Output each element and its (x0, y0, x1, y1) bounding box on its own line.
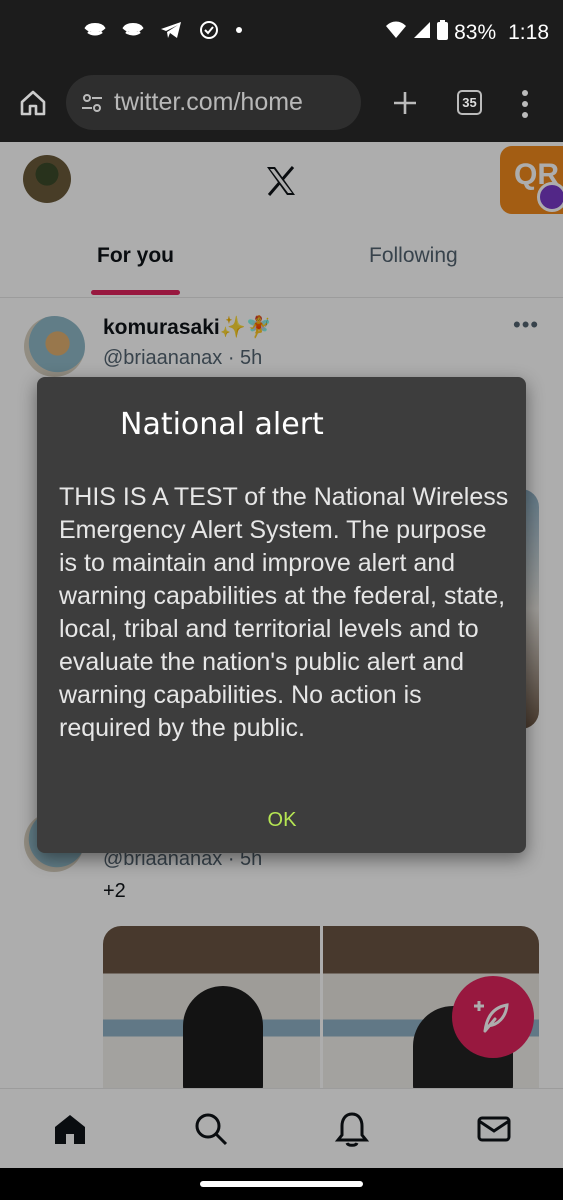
navigation-gesture-area (0, 1168, 563, 1200)
status-right: 83% 1:18 (385, 20, 549, 46)
screen: 83% 1:18 twitter.com/home 35 QR For you … (0, 0, 563, 1200)
new-tab-icon[interactable] (390, 88, 420, 118)
url-bar[interactable]: twitter.com/home (66, 75, 361, 130)
tab-switcher-button[interactable]: 35 (457, 90, 482, 115)
more-notifications-dot (236, 27, 242, 33)
national-alert-dialog: National alert THIS IS A TEST of the Nat… (37, 377, 526, 853)
browser-toolbar: twitter.com/home 35 (0, 66, 563, 142)
notification-icons (84, 20, 242, 40)
notification-app-icon (84, 20, 106, 40)
url-text: twitter.com/home (114, 88, 303, 116)
notification-app-icon (122, 20, 144, 40)
clock: 1:18 (508, 21, 549, 44)
battery-percent: 83% (454, 21, 497, 44)
site-settings-icon[interactable] (80, 91, 104, 115)
dialog-title: National alert (120, 407, 324, 442)
gesture-handle[interactable] (200, 1181, 363, 1187)
telegram-icon (160, 20, 182, 40)
wifi-icon (385, 21, 407, 45)
ok-button[interactable]: OK (247, 809, 317, 832)
home-icon[interactable] (18, 88, 48, 118)
status-bar: 83% 1:18 (0, 0, 563, 66)
cellular-signal-icon (413, 21, 431, 45)
dialog-message: THIS IS A TEST of the National Wireless … (59, 483, 509, 742)
check-circle-icon (198, 20, 220, 40)
more-menu-icon[interactable] (515, 88, 535, 120)
battery-icon (437, 20, 449, 46)
